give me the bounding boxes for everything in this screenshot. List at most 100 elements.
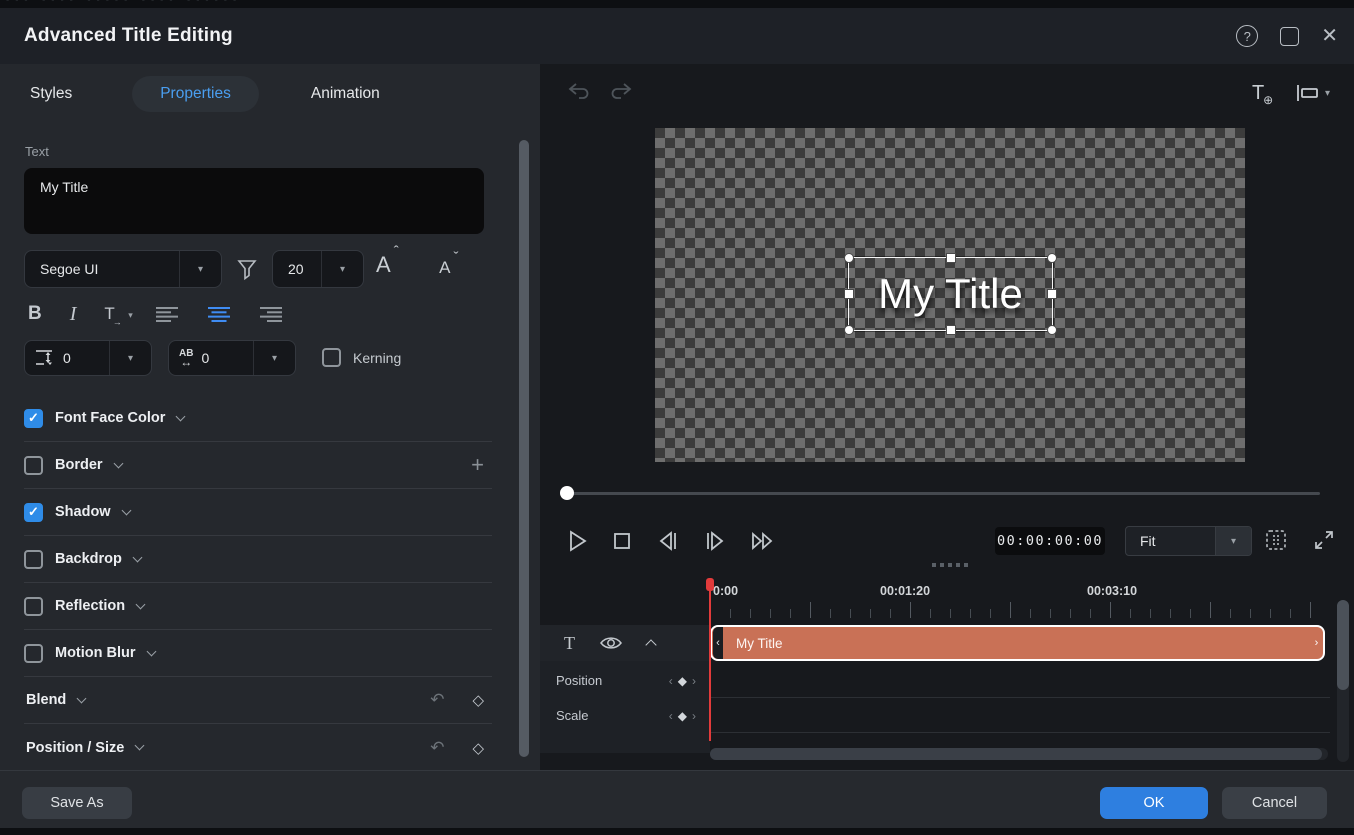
panel-resize-handle[interactable]	[932, 563, 968, 567]
backdrop-checkbox[interactable]	[24, 550, 43, 569]
resize-handle[interactable]	[844, 253, 854, 263]
next-keyframe-icon[interactable]: ›	[692, 674, 696, 688]
visibility-eye-icon[interactable]	[599, 634, 623, 652]
ruler-label: 0:00	[713, 584, 738, 598]
collapse-track-icon[interactable]	[645, 639, 656, 650]
cancel-button[interactable]: Cancel	[1222, 787, 1327, 819]
preview-title-text[interactable]: My Title	[878, 270, 1023, 318]
chevron-down-icon[interactable]	[176, 411, 186, 421]
add-keyframe-icon[interactable]: ◆	[678, 709, 687, 723]
seek-bar[interactable]	[540, 485, 1354, 501]
chevron-down-icon[interactable]	[132, 552, 142, 562]
transport-controls	[566, 523, 776, 559]
clip-trim-left-icon[interactable]: ‹	[713, 627, 723, 659]
reflection-checkbox[interactable]	[24, 597, 43, 616]
decrease-font-size-button[interactable]: Aˇ	[439, 258, 450, 278]
timeline-hscroll[interactable]	[710, 748, 1328, 760]
chevron-down-icon[interactable]: ▾	[109, 341, 151, 375]
line-spacing-icon	[35, 349, 55, 367]
chevron-down-icon[interactable]	[135, 741, 145, 751]
playhead[interactable]	[709, 578, 711, 741]
grid-toggle-icon[interactable]	[1265, 529, 1287, 551]
title-text-input[interactable]: My Title	[24, 168, 484, 234]
help-icon[interactable]: ?	[1236, 25, 1258, 47]
seek-track[interactable]	[567, 492, 1320, 495]
redo-icon[interactable]	[608, 80, 634, 102]
alignment-dropdown-icon[interactable]: ▾	[1296, 84, 1330, 102]
line-spacing-select[interactable]: 0 ▾	[24, 340, 152, 376]
chevron-down-icon[interactable]: ▾	[253, 341, 295, 375]
timeline-clip[interactable]: ‹ My Title ›	[710, 625, 1325, 661]
resize-handle[interactable]	[844, 325, 854, 335]
keyframe-diamond-icon[interactable]: ◇	[472, 691, 484, 709]
chevron-down-icon[interactable]: ▾	[179, 251, 221, 287]
add-text-icon[interactable]: T ⊕	[1252, 82, 1264, 105]
maximize-icon[interactable]	[1280, 27, 1299, 46]
resize-handle[interactable]	[1047, 289, 1057, 299]
chevron-down-icon[interactable]: ▾	[321, 251, 363, 287]
chevron-down-icon[interactable]	[146, 646, 156, 656]
reset-icon[interactable]: ↶	[430, 690, 444, 710]
add-keyframe-icon[interactable]: ◆	[678, 674, 687, 688]
increase-font-size-button[interactable]: Aˆ	[376, 252, 391, 278]
font-filter-icon[interactable]	[236, 257, 258, 281]
next-frame-button[interactable]	[703, 529, 727, 553]
tab-animation[interactable]: Animation	[311, 85, 380, 103]
chevron-down-icon[interactable]	[121, 505, 131, 515]
letter-spacing-select[interactable]: AB ↔ 0 ▾	[168, 340, 296, 376]
clip-trim-right-icon[interactable]: ›	[1312, 627, 1321, 659]
preview-canvas[interactable]: My Title	[655, 128, 1245, 462]
kerning-checkbox[interactable]	[322, 348, 341, 367]
resize-handle[interactable]	[946, 253, 956, 263]
panel-scrollbar[interactable]	[519, 140, 529, 757]
timeline-ruler[interactable]	[710, 602, 1330, 618]
chevron-down-icon[interactable]: ▾	[1215, 527, 1251, 555]
fullscreen-icon[interactable]	[1313, 529, 1335, 551]
chevron-down-icon[interactable]	[113, 458, 123, 468]
tab-styles[interactable]: Styles	[30, 85, 72, 103]
align-right-button[interactable]	[259, 306, 283, 323]
timeline-vscroll-thumb[interactable]	[1337, 600, 1349, 690]
text-transform-dropdown[interactable]: T → ▾	[104, 304, 126, 324]
shadow-checkbox[interactable]: ✓	[24, 503, 43, 522]
bold-button[interactable]: B	[28, 303, 42, 325]
font-family-select[interactable]: Segoe UI ▾	[24, 250, 222, 288]
italic-button[interactable]: I	[70, 303, 77, 326]
keyframe-diamond-icon[interactable]: ◇	[472, 739, 484, 757]
add-border-icon[interactable]: +	[471, 452, 484, 478]
reset-icon[interactable]: ↶	[430, 738, 444, 758]
effect-sections: ✓ Font Face Color Border + ✓ Shadow Back…	[24, 395, 492, 771]
chevron-down-icon[interactable]	[77, 693, 87, 703]
text-selection-box[interactable]: My Title	[848, 257, 1053, 331]
position-keyframe-nav: ‹ ◆ ›	[669, 674, 696, 688]
save-as-button[interactable]: Save As	[22, 787, 132, 819]
playhead-head[interactable]	[706, 578, 714, 591]
chevron-down-icon[interactable]	[136, 599, 146, 609]
font-face-color-checkbox[interactable]: ✓	[24, 409, 43, 428]
align-center-button[interactable]	[207, 306, 231, 323]
border-checkbox[interactable]	[24, 456, 43, 475]
resize-handle[interactable]	[844, 289, 854, 299]
stop-button[interactable]	[611, 529, 633, 553]
prev-keyframe-icon[interactable]: ‹	[669, 674, 673, 688]
next-keyframe-icon[interactable]: ›	[692, 709, 696, 723]
align-left-button[interactable]	[155, 306, 179, 323]
font-size-select[interactable]: 20 ▾	[272, 250, 364, 288]
seek-thumb[interactable]	[560, 486, 574, 500]
motion-blur-checkbox[interactable]	[24, 644, 43, 663]
resize-handle[interactable]	[1047, 253, 1057, 263]
prev-keyframe-icon[interactable]: ‹	[669, 709, 673, 723]
advanced-title-editing-dialog: ▪▪▪ ▪▪▪▪ ▪▪▪▪▪ ▪▪▪▪ ▪▪▪▪▪▪ Advanced Titl…	[0, 0, 1354, 835]
timeline-hscroll-thumb[interactable]	[710, 748, 1322, 760]
zoom-level-select[interactable]: Fit ▾	[1125, 526, 1252, 556]
tab-properties[interactable]: Properties	[132, 76, 259, 112]
play-button[interactable]	[566, 529, 588, 553]
resize-handle[interactable]	[1047, 325, 1057, 335]
previous-frame-button[interactable]	[656, 529, 680, 553]
ok-button[interactable]: OK	[1100, 787, 1208, 819]
resize-handle[interactable]	[946, 325, 956, 335]
close-icon[interactable]: ✕	[1321, 26, 1338, 46]
fast-forward-button[interactable]	[750, 529, 776, 553]
timeline-vscroll[interactable]	[1337, 600, 1349, 762]
undo-icon[interactable]	[566, 80, 592, 102]
